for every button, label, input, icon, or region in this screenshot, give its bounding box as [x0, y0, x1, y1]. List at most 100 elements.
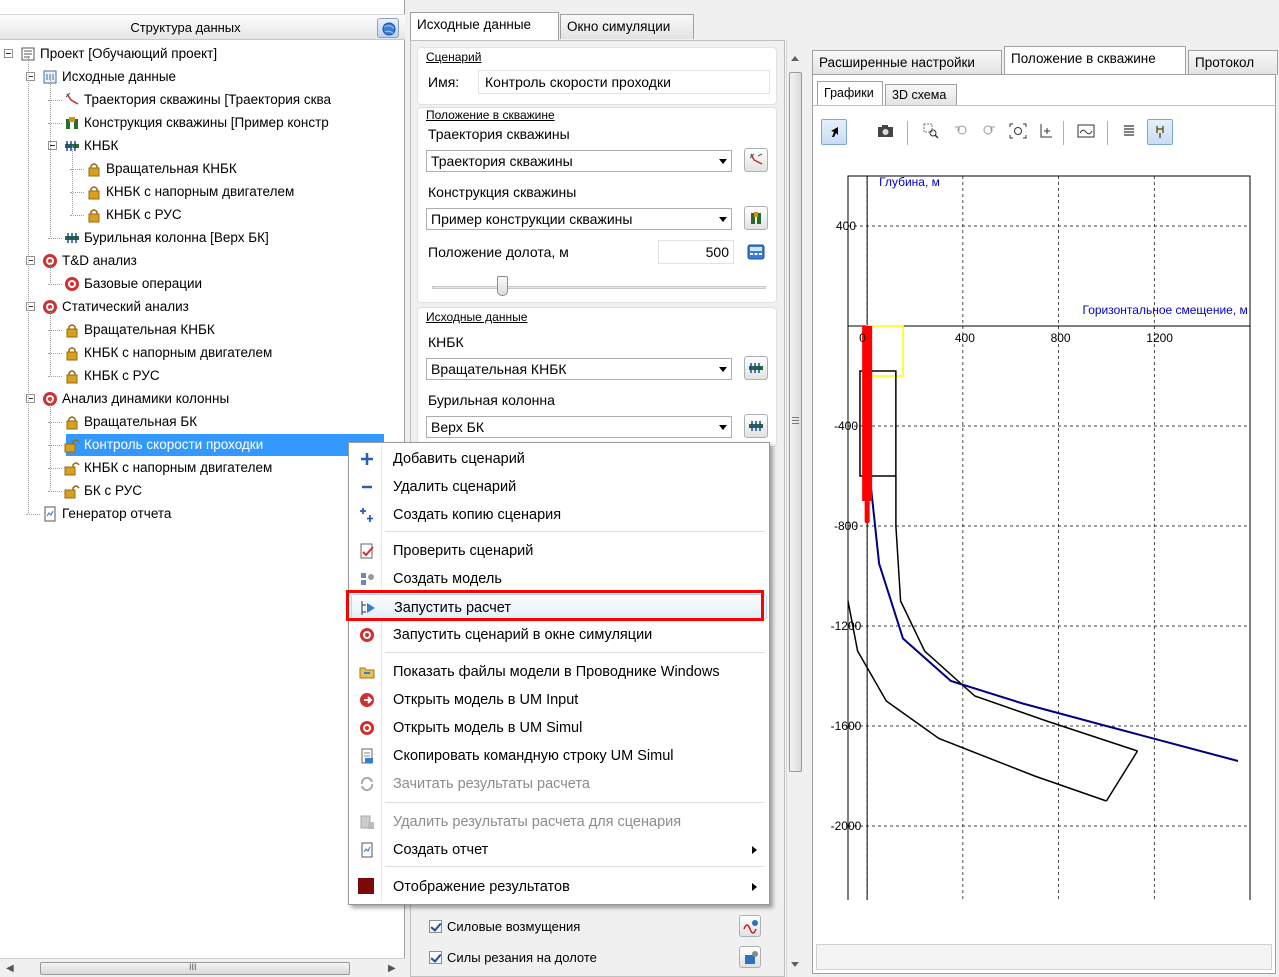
trajectory-edit-button[interactable] — [744, 148, 768, 172]
tree-item[interactable]: БК с РУС — [0, 480, 405, 502]
scroll-up-icon[interactable] — [791, 56, 799, 61]
forces-checkbox-label: Силовые возмущения — [447, 919, 581, 934]
scroll-down-icon[interactable] — [791, 962, 799, 967]
construction-icon — [66, 117, 78, 129]
refresh-tree-button[interactable] — [377, 18, 399, 38]
scroll-left-icon[interactable]: ◀ — [6, 963, 14, 974]
copy-icon — [360, 508, 373, 522]
bha-edit-button[interactable] — [744, 356, 768, 380]
tab-advanced-settings[interactable]: Расширенные настройки — [812, 50, 1002, 75]
tree-item-label: Траектория скважины [Траектория сква — [84, 92, 332, 107]
menu-item[interactable]: Удалить сценарий — [351, 474, 767, 500]
bit-position-slider[interactable] — [432, 276, 766, 298]
trajectory-icon — [65, 92, 79, 105]
menu-item-label: Показать файлы модели в Проводнике Windo… — [393, 664, 720, 680]
y-tick-label: -2000 — [831, 819, 862, 833]
x-tick-label: 400 — [955, 331, 975, 345]
trajectory-select[interactable]: Траектория скважины — [426, 150, 732, 172]
y-tick-label: -1200 — [831, 619, 862, 633]
tree-item[interactable]: Вращательная КНБК — [0, 158, 405, 180]
cutting-settings-button[interactable] — [739, 946, 761, 968]
slider-thumb[interactable] — [497, 276, 508, 296]
tree-item[interactable]: КНБК — [0, 135, 405, 157]
tree-horizontal-scrollbar[interactable]: ◀ III ▶ — [0, 958, 405, 977]
right-tabs: Расширенные настройки Положение в скважи… — [812, 46, 1279, 75]
menu-item[interactable]: Открыть модель в UM Simul — [351, 715, 767, 741]
menu-item-label: Добавить сценарий — [393, 451, 525, 467]
menu-item[interactable]: Показать файлы модели в Проводнике Windo… — [351, 659, 767, 685]
construction-select[interactable]: Пример конструкции скважины — [426, 208, 732, 230]
menu-item-label: Создать копию сценария — [393, 507, 562, 523]
tree-item[interactable]: КНБК с РУС — [0, 365, 405, 387]
menu-item[interactable]: Проверить сценарий — [351, 538, 767, 564]
construction-edit-button[interactable] — [744, 206, 768, 230]
menu-item[interactable]: Отображение результатов — [351, 874, 767, 900]
bit-position-input[interactable]: 500 — [658, 240, 734, 264]
scenario-caption: Сценарий — [426, 50, 482, 64]
drill-string-edit-button[interactable] — [744, 414, 768, 438]
menu-item[interactable]: Создать отчет — [351, 837, 767, 863]
well-position-panel: Расширенные настройки Положение в скважи… — [806, 0, 1279, 977]
menu-item-label: Зачитать результаты расчета — [393, 776, 590, 792]
menu-item[interactable]: Открыть модель в UM Input — [351, 687, 767, 713]
bha-select[interactable]: Вращательная КНБК — [426, 358, 732, 380]
tree-item[interactable]: Контроль скорости проходки — [48, 434, 384, 456]
tree-item[interactable]: КНБК с напорным двигателем — [0, 181, 405, 203]
unlock-icon — [64, 439, 80, 453]
menu-item-label: Скопировать командную строку UM Simul — [393, 748, 674, 764]
report-icon — [361, 842, 373, 858]
collapse-icon[interactable] — [4, 49, 13, 58]
tree-item-label: КНБК с напорным двигателем — [106, 184, 295, 199]
tab-graphs[interactable]: Графики — [817, 81, 883, 105]
submenu-arrow-icon — [752, 846, 757, 854]
tree-item[interactable]: Конструкция скважины [Пример констр — [0, 112, 405, 134]
tab-well-position[interactable]: Положение в скважине — [1004, 46, 1186, 74]
chevron-down-icon — [719, 367, 727, 372]
tree-item[interactable]: Вращательная БК — [0, 411, 405, 433]
chevron-down-icon — [719, 217, 727, 222]
tab-protocol[interactable]: Протокол — [1188, 50, 1278, 75]
scroll-thumb[interactable]: III — [40, 962, 350, 975]
tab-simulation-window[interactable]: Окно симуляции — [560, 14, 694, 39]
tree-item-label: БК с РУС — [84, 483, 143, 498]
tree-item[interactable]: КНБК с РУС — [0, 204, 405, 226]
menu-item-label: Удалить сценарий — [393, 479, 517, 495]
tree-item[interactable]: Исходные данные — [0, 66, 405, 88]
tree-item[interactable]: T&D анализ — [0, 250, 405, 272]
tree-item[interactable]: КНБК с напорным двигателем — [0, 457, 405, 479]
tree-item[interactable]: КНБК с напорным двигателем — [0, 342, 405, 364]
tree-item[interactable]: Вращательная КНБК — [0, 319, 405, 341]
menu-item[interactable]: Запустить сценарий в окне симуляции — [351, 622, 767, 648]
tree-item-label: Базовые операции — [84, 276, 203, 291]
bha-icon — [749, 363, 763, 373]
menu-item[interactable]: Создать копию сценария — [351, 502, 767, 528]
scenario-name-input[interactable]: Контроль скорости проходки — [478, 70, 770, 94]
tree-item[interactable]: Бурильная колонна [Верх БК] — [0, 227, 405, 249]
calculator-button[interactable] — [744, 240, 766, 262]
drill-string-select[interactable]: Верх БК — [426, 416, 732, 438]
menu-item: Зачитать результаты расчета — [351, 771, 767, 797]
tree-item-label: Проект [Обучающий проект] — [40, 46, 218, 61]
um-simul-icon — [360, 721, 374, 735]
force-chart-icon — [743, 920, 758, 934]
menu-item[interactable]: Создать модель — [351, 566, 767, 592]
tree-item[interactable]: Анализ динамики колонны — [0, 388, 405, 410]
scroll-thumb[interactable] — [789, 72, 802, 772]
tab-source-data[interactable]: Исходные данные — [410, 12, 559, 40]
tree-item[interactable]: Базовые операции — [0, 273, 405, 295]
scroll-right-icon[interactable]: ▶ — [388, 963, 396, 974]
forces-settings-button[interactable] — [739, 915, 761, 937]
tree-item[interactable]: Проект [Обучающий проект] — [0, 43, 405, 65]
tree-item[interactable]: Траектория скважины [Траектория сква — [0, 89, 405, 111]
menu-item[interactable]: Добавить сценарий — [351, 446, 767, 472]
forces-checkbox[interactable] — [429, 920, 442, 933]
menu-item[interactable]: Скопировать командную строку UM Simul — [351, 743, 767, 769]
cutting-checkbox[interactable] — [429, 951, 442, 964]
form-vertical-scrollbar[interactable] — [786, 40, 803, 977]
tree-item-label: Статический анализ — [62, 299, 189, 314]
well-position-chart[interactable]: 0 400 800 1200 400 -400 -800 -1200 -1600 -2000 Гл… — [826, 100, 1252, 900]
tree-item[interactable]: Статический анализ — [0, 296, 405, 318]
scenario-context-menu: Добавить сценарий Удалить сценарий Создать… — [348, 442, 770, 905]
tree-item-label: Контроль скорости проходки — [84, 437, 264, 452]
tree-item[interactable]: Генератор отчета — [0, 503, 405, 525]
